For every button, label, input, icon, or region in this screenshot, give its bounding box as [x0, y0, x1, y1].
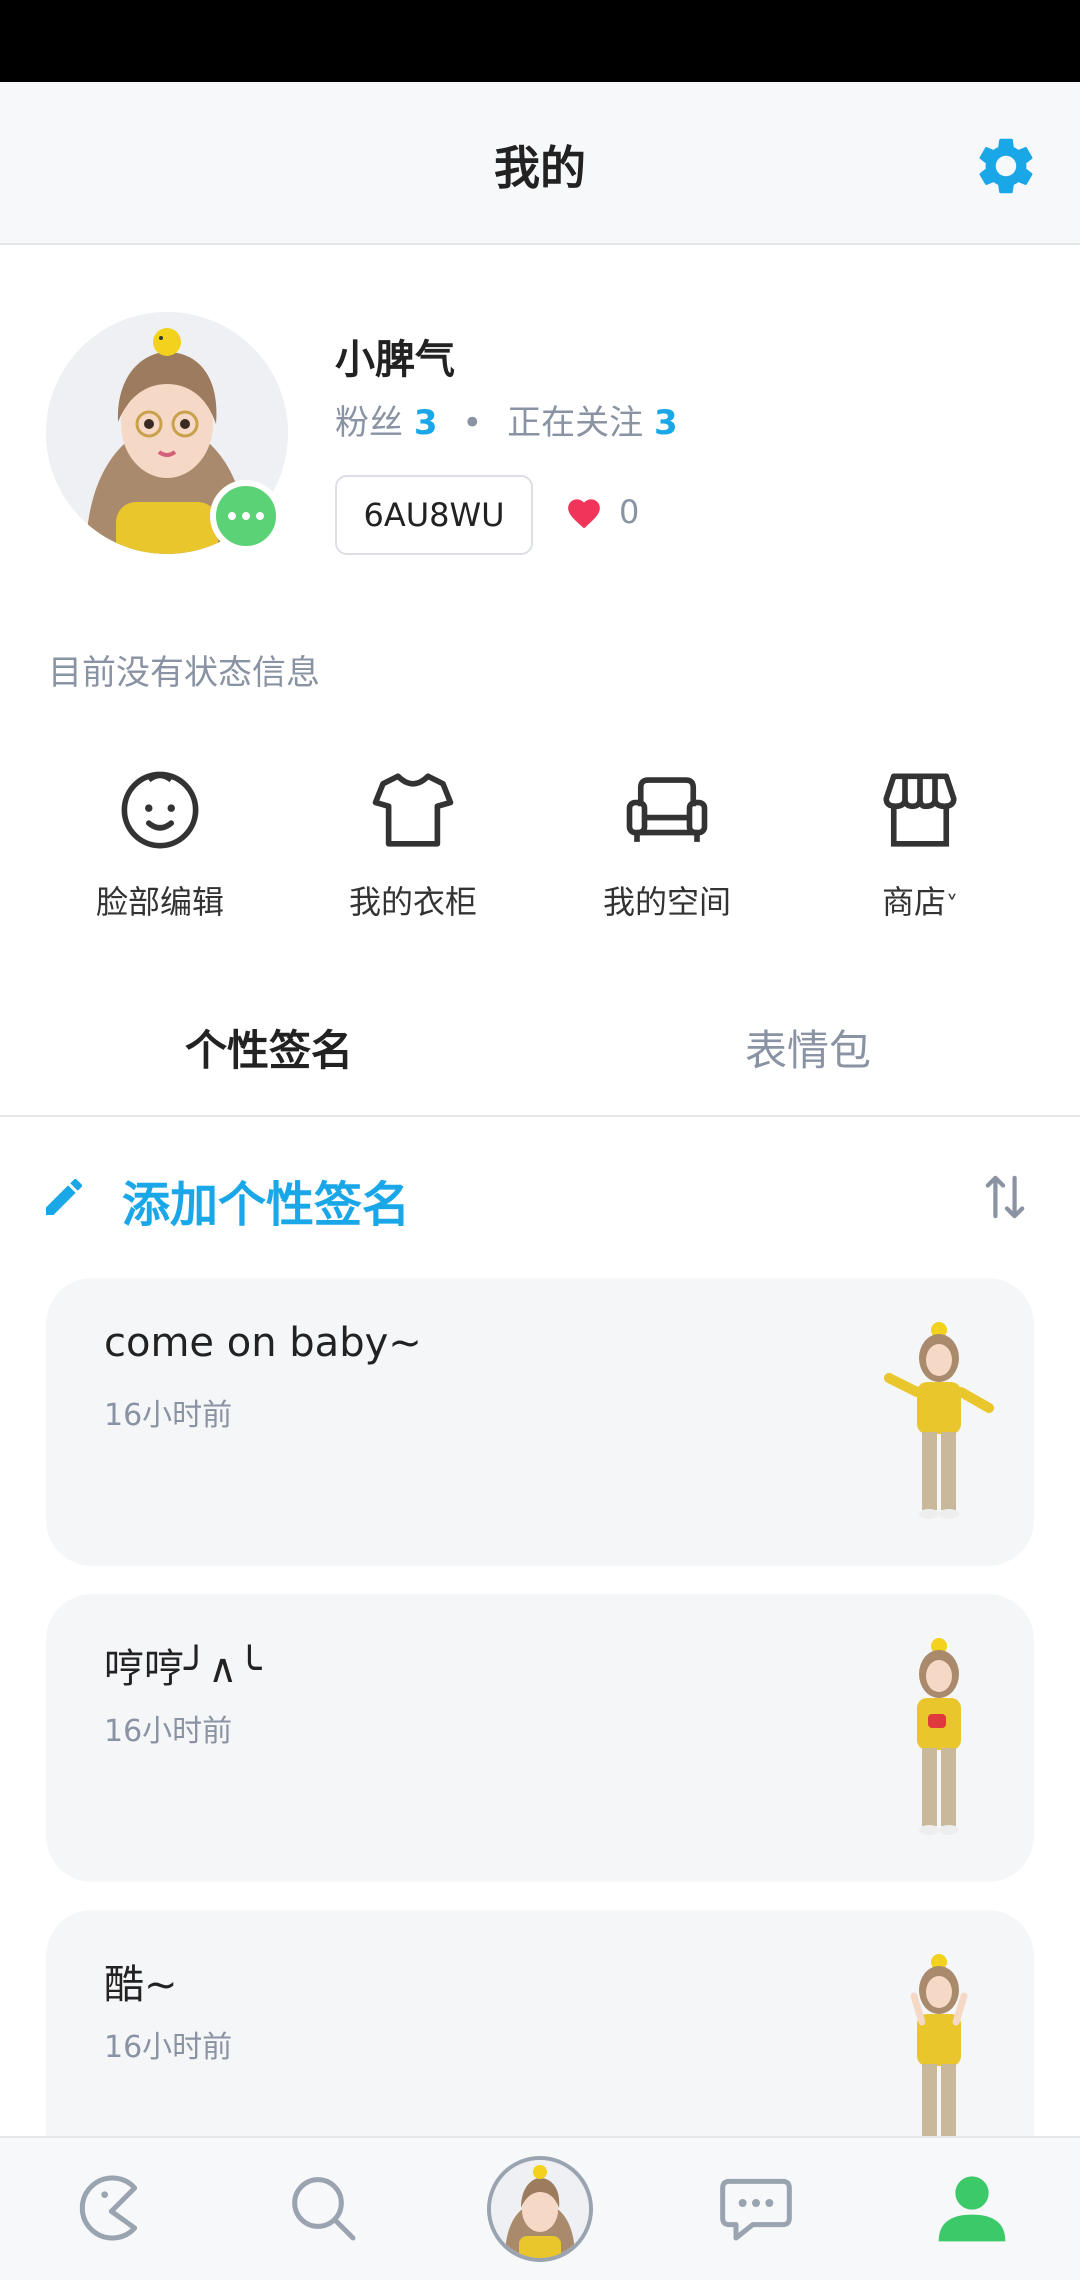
tab-emoji[interactable]: 表情包	[745, 1017, 871, 1078]
status-bar	[0, 0, 1080, 82]
avatar-figure-image	[917, 1638, 961, 1835]
tool-label: 脸部编辑	[95, 883, 224, 921]
avatar-icon	[491, 2160, 589, 2258]
tool-label: 商店˅	[810, 877, 1030, 923]
store-label: 商店	[881, 883, 946, 921]
profile-section: 小脾气 粉丝 3 • 正在关注 3 6AU8WU 0 目前没有状态信息 脸部编辑	[0, 245, 1080, 965]
signature-text: 酷~	[104, 1962, 178, 2008]
signature-card[interactable]: 哼哼╯∧╰ 16小时前	[46, 1594, 1034, 1882]
tool-label: 我的空间	[602, 883, 731, 921]
pacman-icon	[79, 2175, 138, 2241]
gear-icon[interactable]	[972, 132, 1040, 200]
signature-time: 16小时前	[104, 1398, 233, 1433]
tool-grid: 脸部编辑 我的衣柜 我的空间 商店˅	[0, 765, 1080, 925]
profile-name: 小脾气	[335, 337, 455, 383]
nav-profile[interactable]	[932, 2168, 1012, 2248]
likes-count: 0	[619, 493, 640, 531]
signature-time: 16小时前	[104, 1714, 233, 1749]
following-count[interactable]: 3	[654, 403, 678, 443]
likes-counter[interactable]: 0	[565, 493, 639, 531]
person-icon	[938, 2176, 1006, 2242]
nav-messages[interactable]	[716, 2168, 796, 2248]
add-signature-row: 添加个性签名	[40, 1165, 1040, 1235]
fans-label[interactable]: 粉丝	[335, 403, 403, 443]
tab-bar: 个性签名 表情包	[0, 965, 1080, 1117]
signature-card[interactable]: come on baby~ 16小时前	[46, 1278, 1034, 1566]
sort-icon[interactable]	[982, 1169, 1028, 1225]
page-title: 我的	[494, 141, 586, 195]
signature-time: 16小时前	[104, 2030, 233, 2065]
heart-icon	[568, 499, 600, 529]
tool-store[interactable]: 商店˅	[810, 765, 1030, 923]
search-icon	[292, 2177, 356, 2241]
nav-avatar[interactable]	[487, 2156, 593, 2262]
header: 我的	[0, 82, 1080, 245]
signature-text: come on baby~	[104, 1320, 422, 1366]
signature-text: 哼哼╯∧╰	[104, 1646, 262, 1692]
bottom-nav	[0, 2136, 1080, 2280]
more-options-button[interactable]	[210, 480, 282, 552]
tool-my-space[interactable]: 我的空间	[557, 765, 777, 923]
add-signature-button[interactable]: 添加个性签名	[122, 1165, 410, 1235]
chat-icon	[720, 2178, 792, 2241]
shirt-icon	[372, 773, 454, 847]
avatar-figure-image	[910, 1954, 968, 2142]
store-icon	[883, 773, 957, 847]
fans-count[interactable]: 3	[414, 403, 438, 443]
follow-stats: 粉丝 3 • 正在关注 3	[335, 395, 678, 444]
face-icon	[121, 771, 199, 849]
tab-signature[interactable]: 个性签名	[185, 1017, 353, 1078]
nav-search[interactable]	[283, 2168, 363, 2248]
chevron-down-icon: ˅	[946, 891, 958, 919]
pencil-icon[interactable]	[40, 1173, 88, 1221]
user-id-badge[interactable]: 6AU8WU	[335, 475, 533, 555]
nav-home[interactable]	[68, 2168, 148, 2248]
tool-label: 我的衣柜	[348, 883, 477, 921]
status-message[interactable]: 目前没有状态信息	[48, 645, 320, 694]
avatar-figure-image	[884, 1322, 994, 1519]
sofa-icon	[626, 777, 708, 842]
tool-face-edit[interactable]: 脸部编辑	[50, 765, 270, 923]
tool-wardrobe[interactable]: 我的衣柜	[303, 765, 523, 923]
following-label[interactable]: 正在关注	[507, 403, 643, 443]
separator-dot: •	[462, 403, 483, 443]
